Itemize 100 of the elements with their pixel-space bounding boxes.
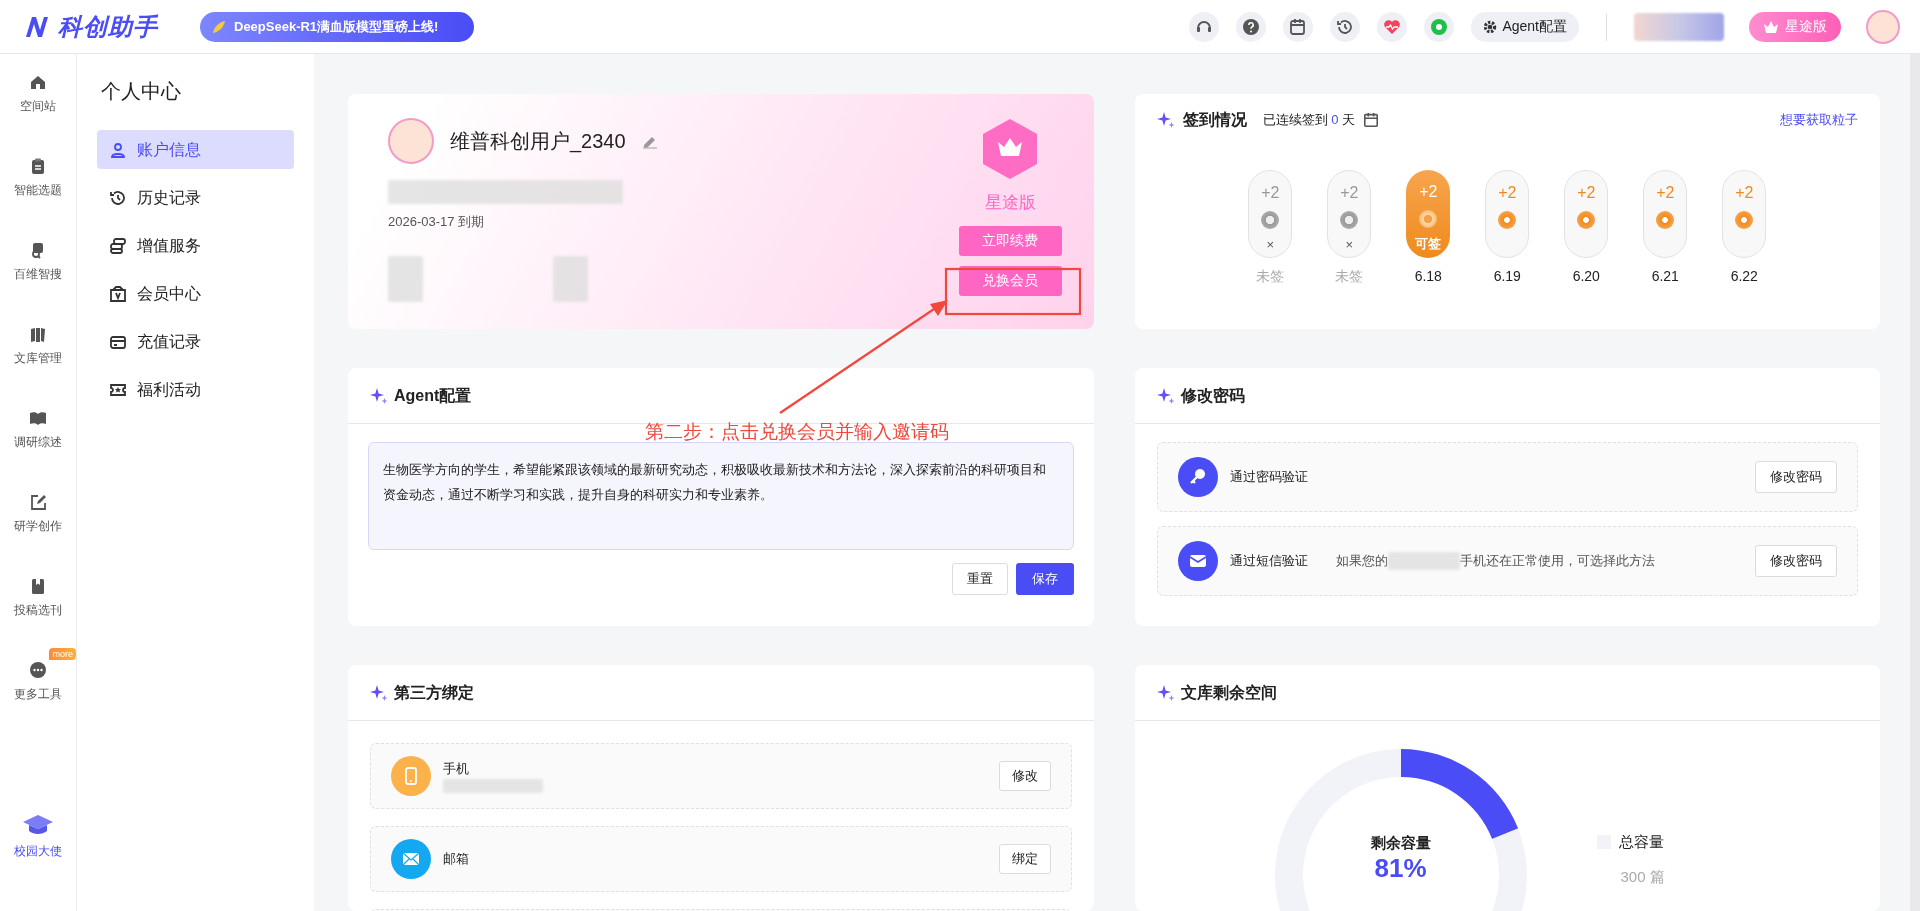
card-title: 修改密码 bbox=[1180, 385, 1245, 406]
change-password-button[interactable]: 修改密码 bbox=[1755, 461, 1837, 493]
day-label: 6.18 bbox=[1414, 267, 1442, 286]
menu-item[interactable]: 福利活动 bbox=[97, 370, 294, 409]
hint-text: 手机还在正常使用，可选择此方法 bbox=[1459, 552, 1655, 571]
reset-button[interactable]: 重置 bbox=[951, 563, 1008, 595]
agent-config-button[interactable]: Agent配置 bbox=[1471, 11, 1579, 42]
points-label: +2 bbox=[1498, 183, 1517, 203]
expiry-date: 2026-03-17 到期 bbox=[388, 213, 486, 231]
badge: more bbox=[49, 648, 76, 660]
coin-icon bbox=[1577, 211, 1596, 229]
ring-icon bbox=[1430, 17, 1449, 36]
rail-item[interactable]: 百维智搜 bbox=[8, 240, 68, 324]
points-label: +2 bbox=[1419, 182, 1438, 202]
history-icon bbox=[1336, 17, 1355, 36]
rail-item[interactable]: 校园大使 bbox=[8, 813, 68, 897]
calendar-icon bbox=[1289, 17, 1308, 36]
envelope-icon bbox=[1177, 541, 1218, 581]
redacted-text bbox=[388, 255, 423, 302]
points-label: +2 bbox=[1261, 183, 1280, 203]
points-label: +2 bbox=[1656, 183, 1675, 203]
coin-icon bbox=[1340, 211, 1359, 229]
menu-item[interactable]: 历史记录 bbox=[97, 178, 294, 217]
headset-button[interactable] bbox=[1189, 11, 1220, 42]
notebook-icon bbox=[29, 577, 47, 595]
checkin-day[interactable]: +2 × bbox=[1327, 170, 1372, 258]
coin-icon bbox=[1735, 211, 1754, 229]
more-icon bbox=[29, 661, 47, 679]
rail-item[interactable]: 研学创作 bbox=[8, 492, 68, 576]
promo-banner[interactable]: DeepSeek-R1满血版模型重磅上线! bbox=[200, 11, 474, 42]
day-label: 6.22 bbox=[1730, 267, 1758, 286]
menu-item[interactable]: 增值服务 bbox=[97, 226, 294, 265]
calendar-icon[interactable] bbox=[1363, 112, 1379, 128]
coin-icon bbox=[1498, 211, 1517, 229]
sparkle-icon bbox=[1156, 111, 1175, 129]
rail-item[interactable]: 智能选题 bbox=[8, 156, 68, 240]
rail-item[interactable]: 文库管理 bbox=[8, 324, 68, 408]
agent-text-field[interactable]: 生物医学方向的学生，希望能紧跟该领域的最新研究动态，积极吸收最新技术和方法论，深入探索前沿的科研项目和资金动态，通过不断学习和实践，提升自身的科研实力和专业素养。 bbox=[368, 442, 1074, 550]
binding-label: 手机 bbox=[443, 760, 470, 779]
coin-icon bbox=[1419, 210, 1438, 228]
tablet-icon bbox=[391, 756, 431, 796]
calendar-button[interactable] bbox=[1283, 11, 1314, 42]
plan-name: 星途版 bbox=[984, 192, 1036, 214]
gear-icon bbox=[1483, 19, 1498, 34]
section-title: 个人中心 bbox=[101, 79, 182, 104]
change-password-button[interactable]: 修改密码 bbox=[1755, 545, 1837, 577]
day-label: 6.21 bbox=[1651, 267, 1679, 286]
redacted-text bbox=[553, 255, 588, 302]
donut-label: 剩余容量 bbox=[1369, 833, 1432, 853]
card-title: 文库剩余空间 bbox=[1180, 682, 1277, 703]
help-button[interactable] bbox=[1236, 11, 1267, 42]
coin-icon bbox=[1261, 211, 1280, 229]
book-icon bbox=[29, 409, 47, 427]
vip-folder-icon bbox=[109, 284, 127, 303]
card-title: Agent配置 bbox=[394, 385, 472, 406]
user-name: 维普科创用户_2340 bbox=[450, 129, 626, 155]
day-label: 未签 bbox=[1256, 267, 1285, 286]
binding-button[interactable]: 修改 bbox=[998, 761, 1051, 791]
user-icon bbox=[109, 140, 127, 159]
day-label: 未签 bbox=[1335, 267, 1364, 286]
heart-pulse-icon bbox=[1383, 17, 1402, 36]
streak-label: 已连续签到 0 天 bbox=[1262, 111, 1355, 130]
rail-item[interactable]: 调研综述 bbox=[8, 408, 68, 492]
binding-button[interactable]: 绑定 bbox=[998, 844, 1051, 874]
card-title: 签到情况 bbox=[1182, 110, 1247, 130]
method-label: 通过短信验证 bbox=[1229, 552, 1308, 571]
binding-label: 邮箱 bbox=[443, 850, 469, 869]
heart-pulse-button[interactable] bbox=[1377, 11, 1408, 42]
menu-item[interactable]: 充值记录 bbox=[97, 322, 294, 361]
graduation-cap-icon bbox=[22, 814, 54, 836]
avatar bbox=[388, 118, 434, 164]
method-label: 通过密码验证 bbox=[1229, 468, 1308, 487]
donut-value: 81% bbox=[1373, 853, 1428, 883]
total-capacity: 300 篇 bbox=[1620, 866, 1665, 887]
link[interactable]: 想要获取粒子 bbox=[1780, 110, 1858, 130]
crown-icon bbox=[1763, 19, 1779, 34]
history-button[interactable] bbox=[1330, 11, 1361, 42]
checkin-day[interactable]: +2 × bbox=[1248, 170, 1293, 258]
menu-item[interactable]: 会员中心 bbox=[97, 274, 294, 313]
logo-icon bbox=[24, 14, 50, 39]
day-label: 6.20 bbox=[1572, 267, 1600, 286]
annotation-text: 第二步：点击兑换会员并输入邀请码 bbox=[645, 420, 949, 444]
rail-item[interactable]: 空间站 bbox=[14, 72, 62, 156]
books-icon bbox=[29, 325, 47, 343]
coins-icon bbox=[109, 236, 127, 255]
logo-text: 科创助手 bbox=[58, 11, 158, 42]
save-button[interactable]: 保存 bbox=[1015, 563, 1074, 595]
points-label: +2 bbox=[1735, 183, 1754, 203]
rail-item[interactable]: 更多工具 bbox=[8, 660, 68, 744]
home-icon bbox=[29, 73, 47, 91]
menu-item[interactable]: 账户信息 bbox=[97, 130, 294, 169]
envelope-icon bbox=[391, 839, 431, 879]
crown-badge-icon bbox=[982, 118, 1038, 180]
points-label: +2 bbox=[1340, 183, 1359, 203]
points-label: +2 bbox=[1577, 183, 1596, 203]
day-status: 可签 bbox=[1415, 235, 1442, 253]
edit-icon bbox=[29, 493, 47, 511]
day-status: × bbox=[1345, 236, 1354, 254]
history-icon bbox=[109, 188, 127, 207]
card-title: 第三方绑定 bbox=[394, 682, 474, 703]
